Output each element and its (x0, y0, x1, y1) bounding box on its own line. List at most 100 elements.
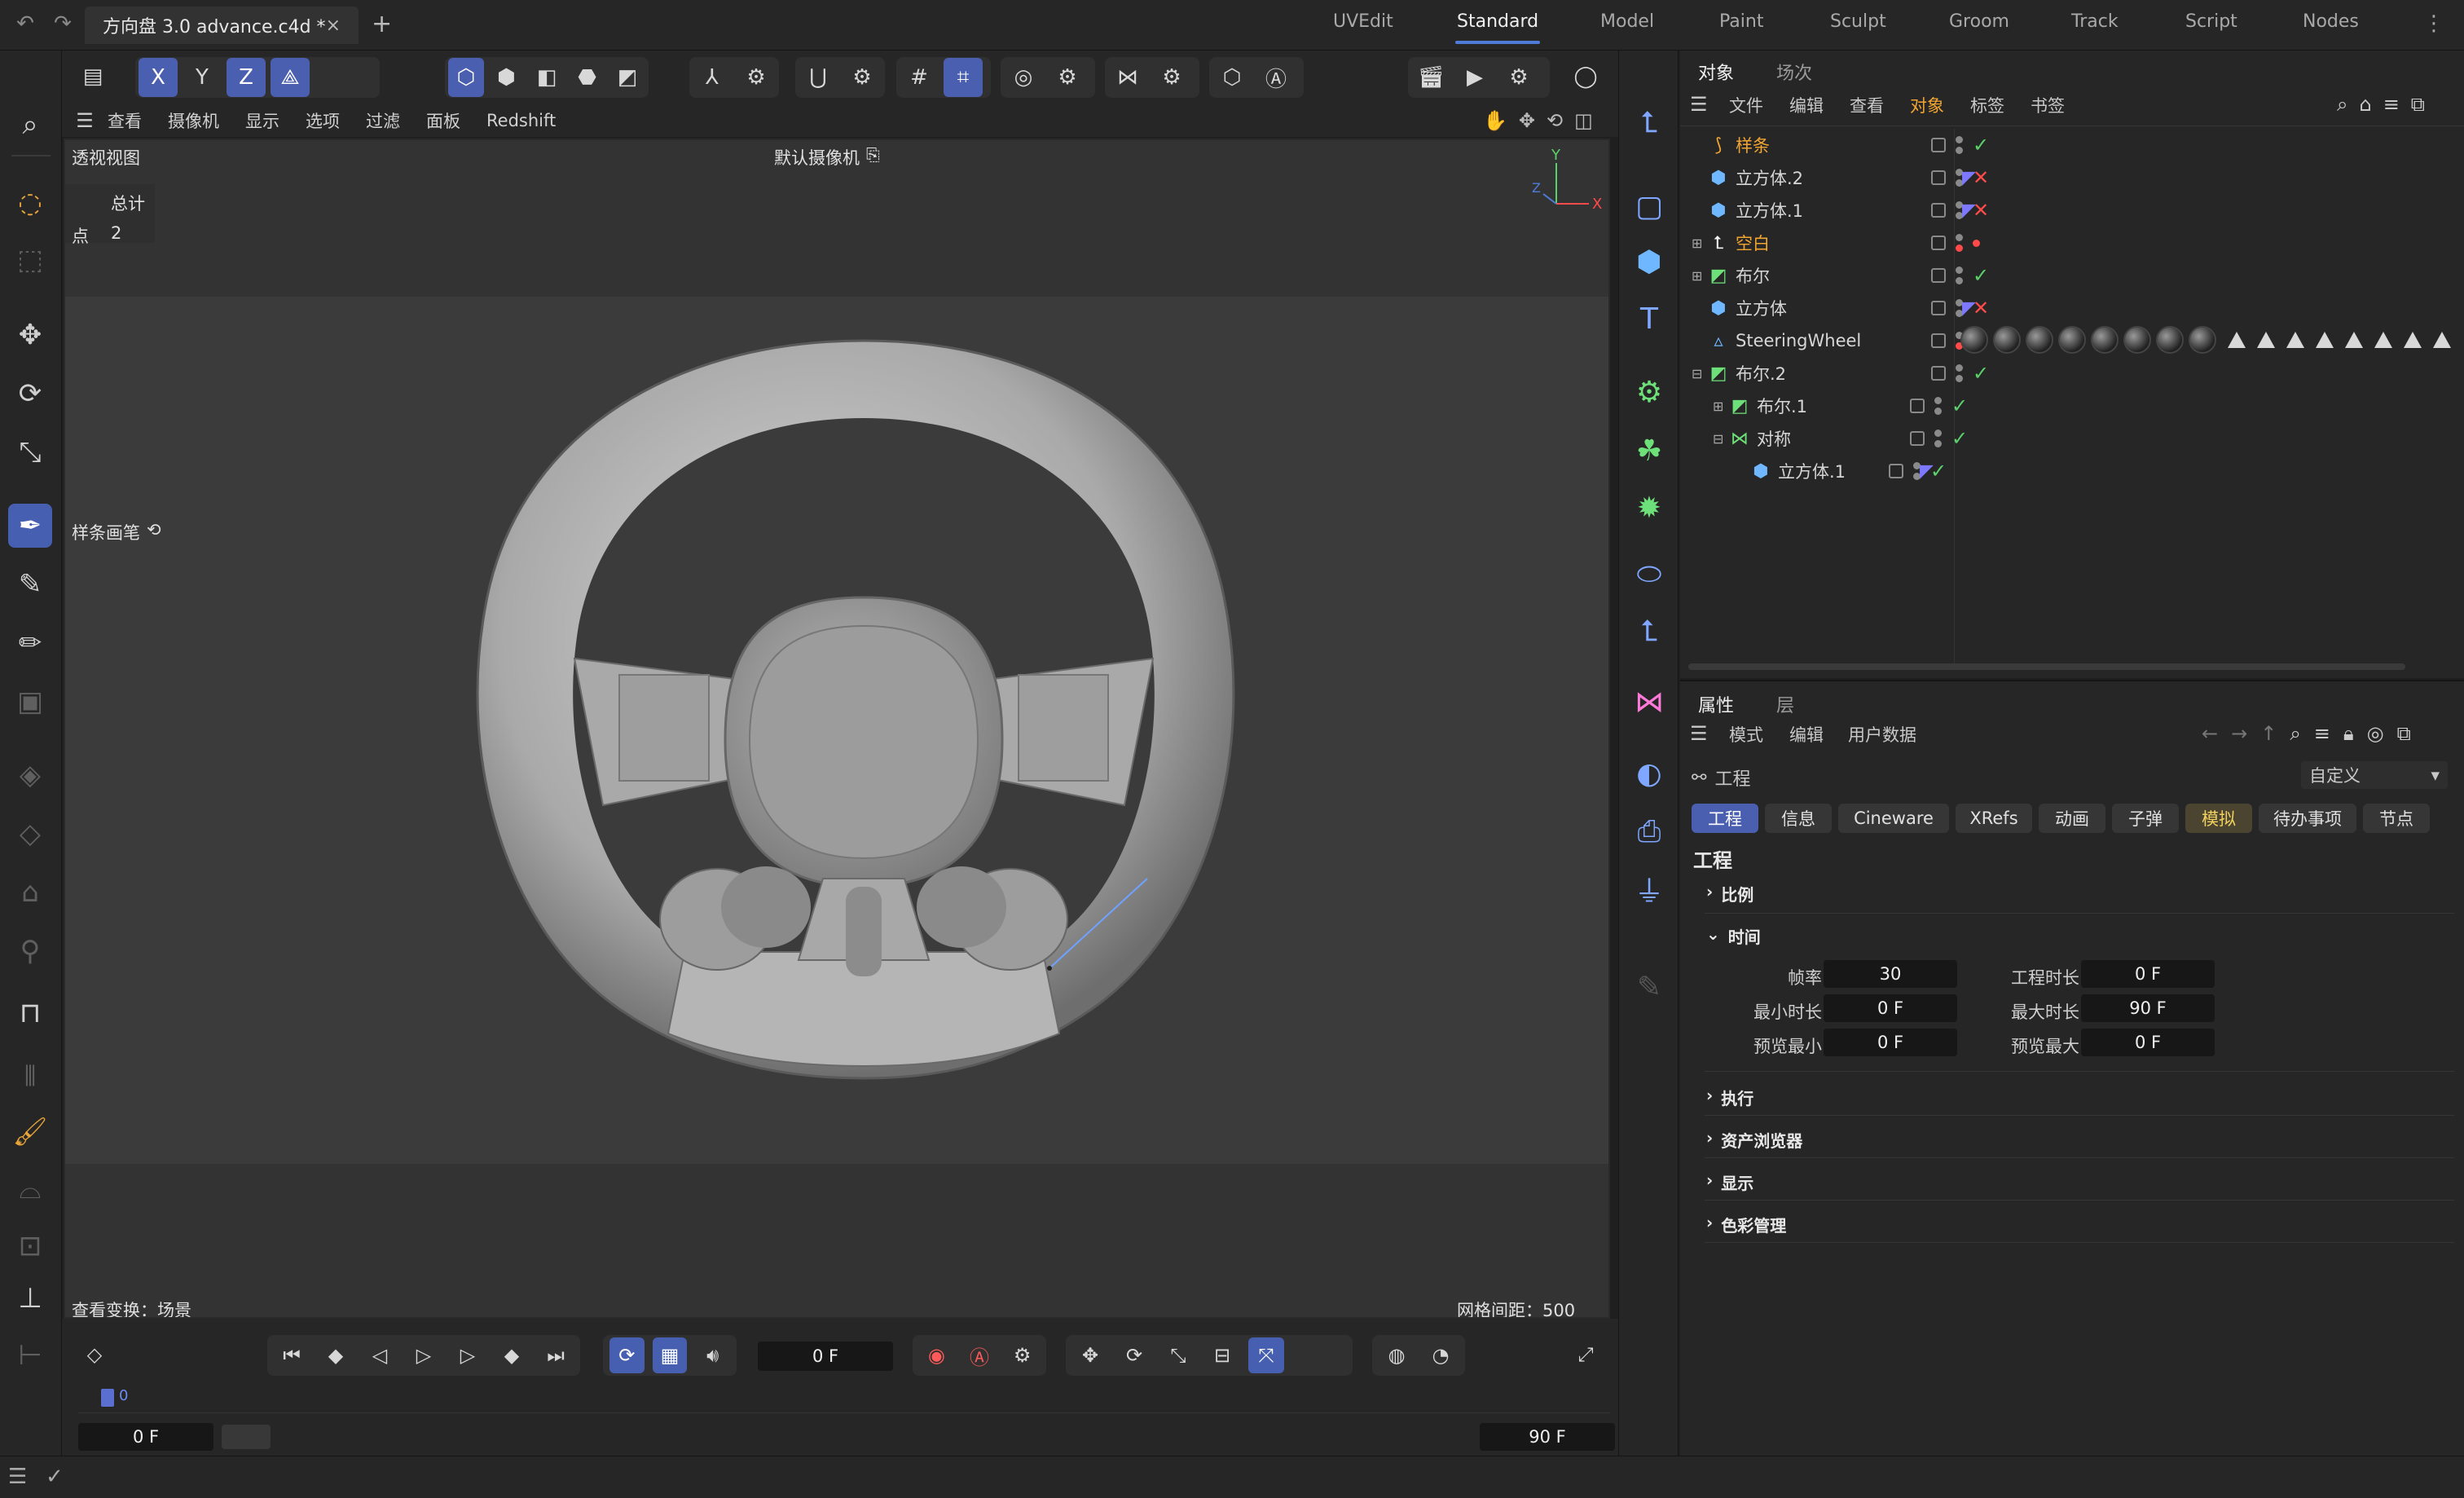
chip-bullet[interactable]: 子弹 (2112, 804, 2179, 833)
render-visibility-dot[interactable] (1934, 440, 1942, 447)
visibility-dots[interactable] (1956, 234, 1963, 252)
key-position-icon[interactable]: ✥ (1072, 1337, 1108, 1373)
object-name[interactable]: 立方体.2 (1736, 165, 1874, 190)
workspace-paint[interactable]: Paint (1719, 11, 1763, 32)
om-menu-bookmarks[interactable]: 书签 (2031, 93, 2065, 117)
render-to-picture-viewer-icon[interactable]: ▶ (1455, 58, 1494, 97)
key-scale-icon[interactable]: ⤡ (1160, 1337, 1196, 1373)
chip-simulation[interactable]: 模拟 (2185, 804, 2252, 833)
om-menu-edit[interactable]: 编辑 (1789, 93, 1824, 117)
workspace-sculpt[interactable]: Sculpt (1830, 11, 1886, 32)
document-tab[interactable]: 方向盘 3.0 advance.c4d * × (85, 7, 359, 44)
scale-icon[interactable]: ⤡ (8, 430, 52, 474)
grid-icon[interactable]: # (900, 58, 939, 97)
object-name[interactable]: SteeringWheel (1736, 331, 1874, 350)
min-time-field[interactable]: 0 F (1824, 994, 1957, 1022)
coordinate-system-icon[interactable]: ⟁ (271, 58, 310, 97)
spline-create-icon[interactable]: ⮤ (1626, 99, 1673, 147)
timeline-start-field[interactable]: 0 F (78, 1423, 213, 1451)
workspace-model[interactable]: Model (1600, 11, 1654, 32)
chip-xrefs[interactable]: XRefs (1956, 804, 2032, 833)
group-scale[interactable]: › 比例 (1706, 882, 1753, 905)
layer-edit-icon[interactable] (1931, 268, 1946, 283)
live-selection-icon[interactable]: ◌ (8, 181, 52, 225)
mirror-icon[interactable]: ⫴ (8, 1055, 52, 1099)
warning-tag-icon[interactable] (2316, 332, 2334, 348)
material-tag-icon[interactable] (2123, 326, 2151, 354)
layer-edit-icon[interactable] (1931, 366, 1946, 381)
camera-create-icon[interactable]: ⎙ (1626, 808, 1673, 856)
preview-range-icon[interactable]: ▦ (652, 1337, 688, 1373)
spline-pen-icon[interactable]: ✒ (8, 504, 52, 548)
workspace-uvedit[interactable]: UVEdit (1333, 11, 1393, 32)
chip-cineware[interactable]: Cineware (1838, 804, 1949, 833)
snap-tool-icon[interactable]: ⊡ (8, 1224, 52, 1268)
visibility-dots[interactable] (1934, 430, 1942, 447)
om-detach-icon[interactable]: ⧉ (2411, 93, 2425, 116)
symmetry-settings-icon[interactable]: ⚙ (1152, 58, 1191, 97)
field-icon[interactable]: ⮤ (1626, 608, 1673, 655)
visibility-dots[interactable] (1956, 364, 1963, 382)
lock-y-button[interactable]: Y (183, 58, 222, 97)
material-tag-icon[interactable] (2189, 326, 2216, 354)
object-row[interactable]: ⬢ 立方体.1 ✕ ◤ (1692, 194, 2464, 227)
viewport-menu-filter[interactable]: 过滤 (366, 108, 400, 133)
locked-workplane-icon[interactable]: Ⓐ (1256, 58, 1296, 97)
preview-min-field[interactable]: 0 F (1824, 1029, 1957, 1056)
layer-edit-icon[interactable] (1889, 464, 1903, 478)
group-display[interactable]: › 显示 (1706, 1170, 1753, 1194)
model-mode-icon[interactable]: ⬡ (448, 58, 484, 97)
orbit-icon[interactable]: ⟲ (1547, 109, 1563, 132)
object-name[interactable]: 样条 (1736, 133, 1874, 157)
camera-label[interactable]: 默认摄像机 ⎘ (774, 145, 880, 170)
om-menu-object[interactable]: 对象 (1910, 93, 1944, 117)
fps-field[interactable]: 30 (1824, 960, 1957, 988)
status-check-icon[interactable]: ✓ (46, 1465, 64, 1489)
playhead[interactable] (101, 1389, 114, 1407)
edges-mode-icon[interactable]: ◧ (529, 58, 565, 97)
tag-icon[interactable]: ◤ (1962, 200, 1976, 221)
render-view-icon[interactable]: 🎬︎ (1411, 58, 1450, 97)
spline-sketch-icon[interactable]: ✎ (8, 562, 52, 606)
soft-selection-icon[interactable]: ◎ (1004, 58, 1043, 97)
am-filter-icon[interactable]: ≡ (2314, 722, 2330, 745)
cloner-icon[interactable]: ⚙ (1626, 368, 1673, 416)
workplane-snap-icon[interactable]: ⌗ (944, 58, 983, 97)
extrude-icon[interactable]: ◈ (8, 753, 52, 797)
render-dot-icon[interactable] (1973, 239, 1980, 247)
workspace-track[interactable]: Track (2071, 11, 2119, 32)
add-tab-icon[interactable]: + (372, 10, 392, 38)
layout-icon[interactable]: ◫ (1574, 109, 1593, 132)
next-key-icon[interactable]: ◆ (494, 1337, 530, 1373)
material-tag-icon[interactable] (2058, 326, 2086, 354)
range-slider-handle[interactable] (222, 1425, 271, 1449)
enabled-check-icon[interactable]: ✓ (1951, 394, 1968, 417)
am-target-icon[interactable]: ◎ (2367, 722, 2384, 745)
material-tag-icon[interactable] (2091, 326, 2119, 354)
layer-edit-icon[interactable] (1910, 399, 1925, 413)
key-param-icon[interactable]: ⊟ (1204, 1337, 1240, 1373)
tag-icon[interactable]: ◤ (1962, 168, 1976, 188)
points-mode-icon[interactable]: ⬢ (489, 58, 525, 97)
enabled-check-icon[interactable]: ✓ (1951, 427, 1968, 450)
move-icon[interactable]: ✥ (8, 313, 52, 357)
key-rotation-icon[interactable]: ⟳ (1116, 1337, 1152, 1373)
go-to-start-icon[interactable]: ⏮ (274, 1337, 310, 1373)
up-icon[interactable]: ↑ (2260, 722, 2277, 745)
snap-icon[interactable]: ⋃ (799, 58, 838, 97)
visibility-dots[interactable] (1934, 397, 1942, 415)
lock-x-button[interactable]: X (139, 58, 178, 97)
soft-selection-settings-icon[interactable]: ⚙ (1048, 58, 1087, 97)
object-name[interactable]: 布尔.1 (1757, 394, 1895, 418)
chip-animation[interactable]: 动画 (2039, 804, 2105, 833)
recent-objects-icon[interactable]: ▤ (73, 57, 112, 96)
render-visibility-dot[interactable] (1934, 408, 1942, 415)
go-to-end-icon[interactable]: ⏭ (538, 1337, 574, 1373)
enabled-check-icon[interactable]: ✓ (1973, 134, 1989, 156)
warning-tag-icon[interactable] (2286, 332, 2304, 348)
object-name[interactable]: 布尔.2 (1736, 361, 1874, 386)
measure-icon[interactable]: ⊢ (8, 1333, 52, 1377)
preview-max-field[interactable]: 0 F (2081, 1029, 2215, 1056)
expand-toggle-icon[interactable]: ⊞ (1692, 268, 1708, 284)
am-search-icon[interactable]: ⌕ (2290, 722, 2300, 745)
